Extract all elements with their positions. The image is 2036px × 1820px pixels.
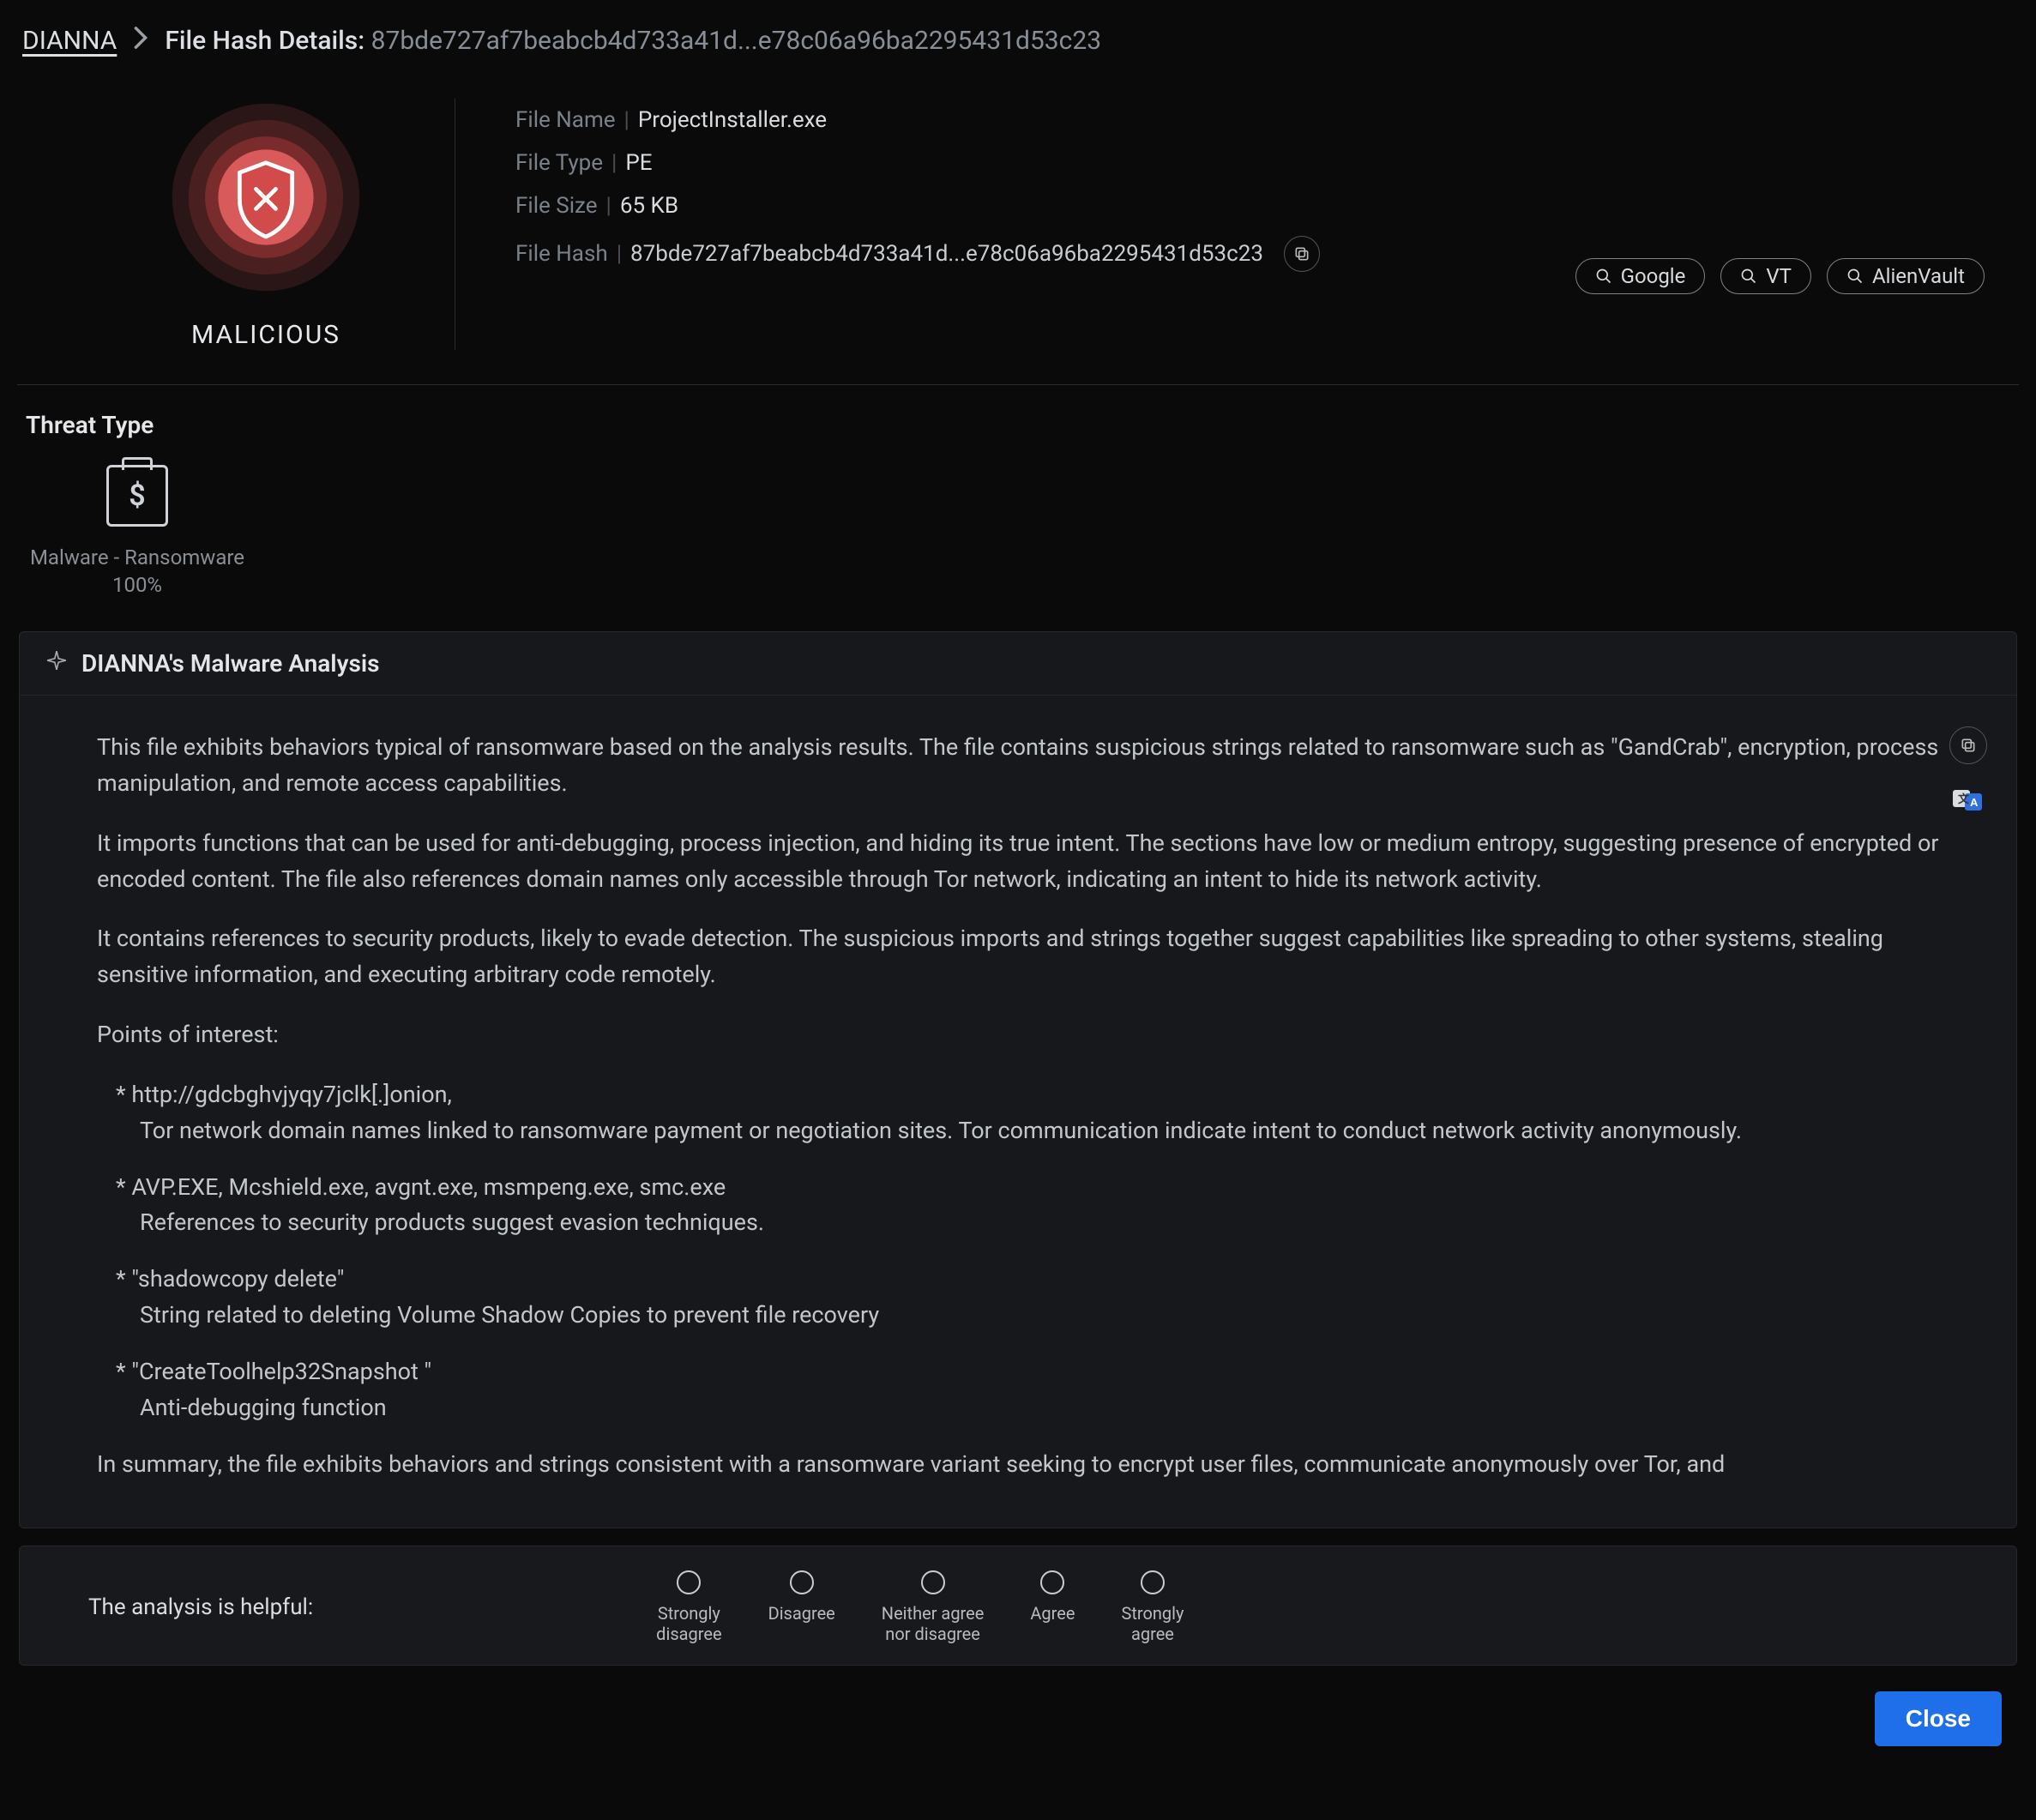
feedback-option-label: Stronglyagree — [1121, 1603, 1184, 1644]
meta-file-hash-value: 87bde727af7beabcb4d733a41d...e78c06a96ba… — [630, 241, 1263, 267]
svg-text:A: A — [1970, 796, 1979, 809]
threat-type-heading: Threat Type — [26, 411, 2019, 439]
radio-icon — [790, 1570, 814, 1594]
sparkle-icon — [45, 649, 68, 678]
page-title-label: File Hash Details: — [165, 26, 364, 56]
analysis-paragraph: It contains references to security produ… — [97, 921, 1939, 993]
feedback-option-label: Disagree — [768, 1603, 835, 1624]
radio-icon — [1141, 1570, 1165, 1594]
chevron-right-icon — [132, 26, 149, 56]
poi-line-primary: http://gdcbghvjyqy7jclk[.]onion, — [97, 1077, 1939, 1113]
translate-button[interactable]: 文A — [1953, 786, 1984, 812]
analysis-paragraph: It imports functions that can be used fo… — [97, 826, 1939, 898]
threat-type-item: $ Malware - Ransomware 100% — [26, 465, 249, 597]
feedback-option[interactable]: Disagree — [768, 1570, 835, 1644]
poi-item: "shadowcopy delete"String related to del… — [97, 1262, 1939, 1334]
meta-file-type-label: File Type — [515, 150, 603, 176]
search-icon — [1846, 268, 1864, 285]
external-link-vt-label: VT — [1766, 264, 1792, 288]
search-icon — [1740, 268, 1757, 285]
copy-analysis-button[interactable] — [1949, 726, 1987, 764]
feedback-option-label: Stronglydisagree — [656, 1603, 721, 1644]
analysis-paragraph: This file exhibits behaviors typical of … — [97, 730, 1939, 802]
page-title-hash: 87bde727af7beabcb4d733a41d...e78c06a96ba… — [371, 26, 1101, 56]
feedback-option[interactable]: Neither agreenor disagree — [882, 1570, 985, 1644]
poi-line-secondary: References to security products suggest … — [97, 1205, 1939, 1241]
feedback-bar: The analysis is helpful: Stronglydisagre… — [19, 1546, 2017, 1666]
threat-type-name: Malware - Ransomware — [30, 545, 244, 570]
radio-icon — [1040, 1570, 1064, 1594]
search-icon — [1595, 268, 1612, 285]
analysis-panel: DIANNA's Malware Analysis 文A This file e… — [19, 631, 2017, 1528]
poi-line-secondary: Tor network domain names linked to ranso… — [97, 1113, 1939, 1149]
verdict-shield-icon — [167, 99, 364, 296]
close-button[interactable]: Close — [1875, 1691, 2002, 1746]
poi-line-primary: "shadowcopy delete" — [97, 1262, 1939, 1298]
threat-type-percent: 100% — [112, 573, 162, 597]
feedback-option-label: Agree — [1030, 1603, 1075, 1624]
poi-item: "CreateToolhelp32Snapshot "Anti-debuggin… — [97, 1354, 1939, 1426]
external-link-vt[interactable]: VT — [1720, 258, 1811, 294]
breadcrumb-root-link[interactable]: DIANNA — [22, 26, 117, 56]
poi-header: Points of interest: — [97, 1017, 1939, 1053]
feedback-option-label: Neither agreenor disagree — [882, 1603, 985, 1644]
breadcrumb: DIANNA File Hash Details: 87bde727af7bea… — [17, 26, 2019, 56]
radio-icon — [677, 1570, 701, 1594]
poi-line-secondary: Anti-debugging function — [97, 1390, 1939, 1426]
radio-icon — [921, 1570, 945, 1594]
copy-hash-button[interactable] — [1284, 236, 1320, 272]
poi-item: http://gdcbghvjyqy7jclk[.]onion,Tor netw… — [97, 1077, 1939, 1149]
meta-file-size-label: File Size — [515, 193, 598, 219]
poi-item: AVP.EXE, Mcshield.exe, avgnt.exe, msmpen… — [97, 1170, 1939, 1242]
feedback-option[interactable]: Agree — [1030, 1570, 1075, 1644]
svg-text:文: 文 — [1958, 792, 1970, 805]
poi-line-secondary: String related to deleting Volume Shadow… — [97, 1298, 1939, 1334]
external-link-alienvault[interactable]: AlienVault — [1827, 258, 1985, 294]
analysis-summary: In summary, the file exhibits behaviors … — [97, 1447, 1939, 1483]
meta-file-hash-label: File Hash — [515, 241, 608, 267]
meta-file-name-value: ProjectInstaller.exe — [638, 107, 827, 133]
verdict-label: MALICIOUS — [191, 320, 340, 350]
meta-file-name-label: File Name — [515, 107, 616, 133]
analysis-panel-title: DIANNA's Malware Analysis — [81, 649, 380, 678]
briefcase-dollar-icon: $ — [106, 465, 168, 527]
feedback-option[interactable]: Stronglydisagree — [656, 1570, 721, 1644]
meta-file-type-value: PE — [625, 150, 652, 176]
feedback-prompt: The analysis is helpful: — [88, 1594, 313, 1620]
feedback-option[interactable]: Stronglyagree — [1121, 1570, 1184, 1644]
poi-line-primary: AVP.EXE, Mcshield.exe, avgnt.exe, msmpen… — [97, 1170, 1939, 1206]
poi-line-primary: "CreateToolhelp32Snapshot " — [97, 1354, 1939, 1390]
meta-file-size-value: 65 KB — [620, 193, 678, 219]
external-link-google-label: Google — [1621, 264, 1686, 288]
external-link-google[interactable]: Google — [1575, 258, 1706, 294]
external-link-alienvault-label: AlienVault — [1872, 264, 1965, 288]
